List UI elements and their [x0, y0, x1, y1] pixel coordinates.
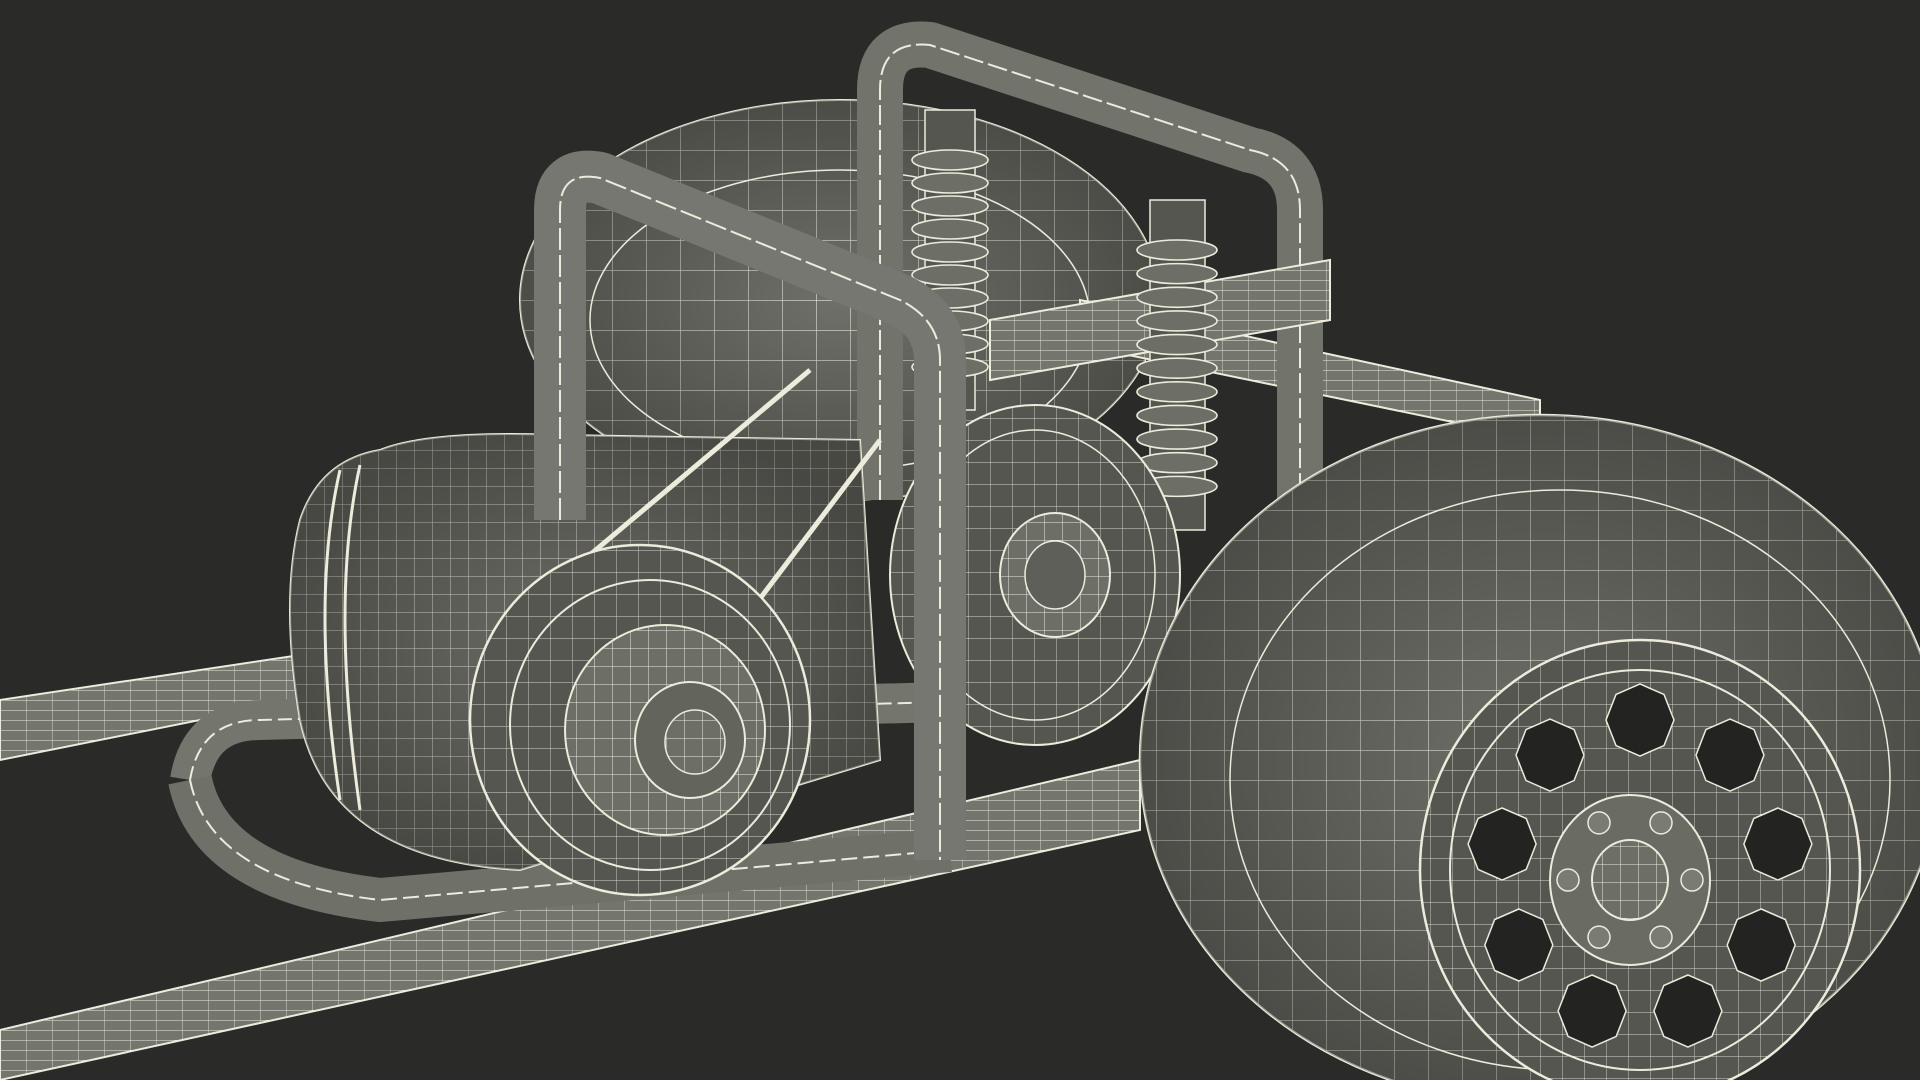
rim-hole	[1557, 974, 1627, 1048]
wireframe-scene	[0, 21, 1920, 1080]
spring-coil	[911, 195, 989, 217]
render-viewport	[0, 0, 1920, 1080]
spring-coil	[911, 218, 989, 240]
rim-hole	[1743, 807, 1813, 881]
spring-coil	[911, 264, 989, 286]
spring-coil	[1136, 310, 1218, 332]
spring-coil	[1136, 262, 1218, 285]
lug-nut	[1649, 811, 1673, 835]
rim-hole	[1695, 718, 1765, 792]
lug-nut	[1587, 811, 1611, 835]
spring-coil	[1136, 357, 1218, 379]
spring-coil	[1136, 428, 1218, 450]
rim-hole	[1515, 718, 1585, 792]
lug-nut	[1587, 925, 1611, 949]
spring-coil	[911, 172, 989, 194]
rim-hole	[1726, 908, 1797, 982]
drive-pulley	[468, 543, 812, 897]
lug-nut	[1556, 868, 1580, 892]
spring-coil	[911, 149, 989, 171]
wheel-rim	[1418, 638, 1862, 1080]
lug-nut	[1649, 925, 1673, 949]
spring-coil	[1136, 333, 1218, 356]
spring-coil	[911, 241, 989, 263]
lug-nut	[1680, 868, 1704, 892]
rim-hole	[1467, 807, 1537, 881]
spring-coil	[1136, 404, 1218, 427]
spring-coil	[1136, 239, 1218, 261]
rim-hole	[1653, 974, 1723, 1048]
rim-hole	[1605, 683, 1675, 757]
rim-hole	[1483, 908, 1554, 982]
spring-coil	[1136, 286, 1218, 309]
spring-coil	[1136, 381, 1218, 403]
